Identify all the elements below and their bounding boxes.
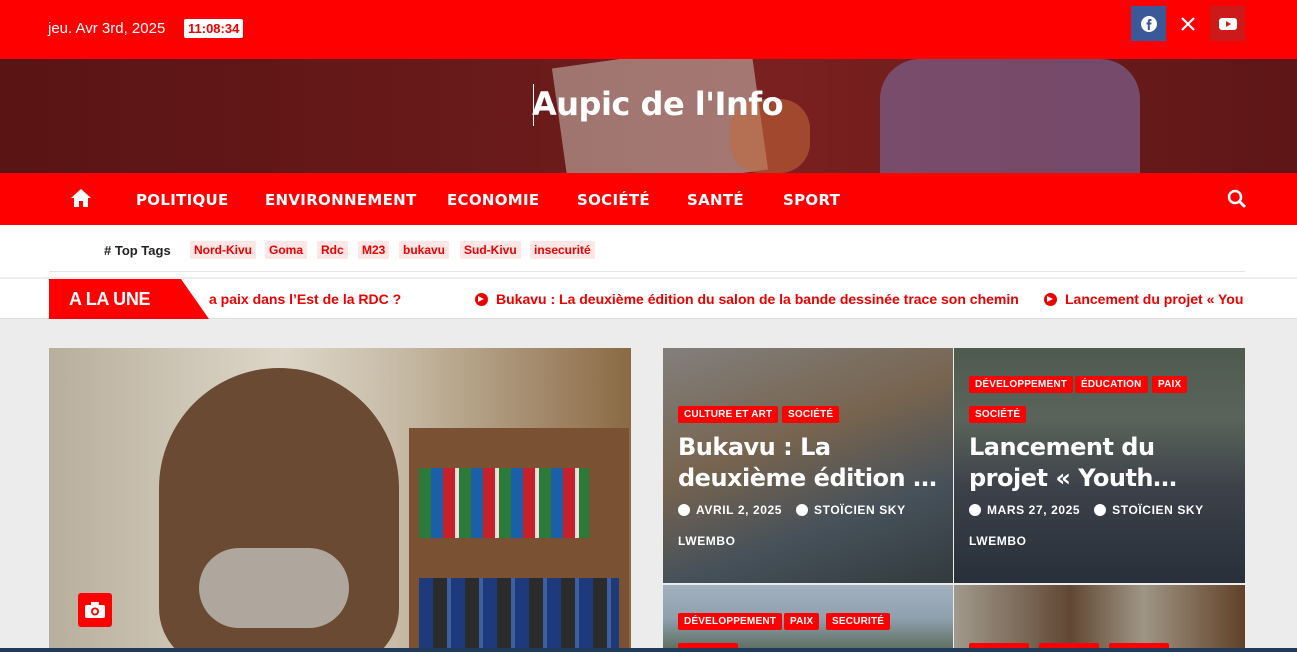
binders-image [419, 578, 619, 648]
category-badge[interactable]: PAIX [1152, 376, 1188, 393]
nav-search-button[interactable] [1227, 189, 1247, 209]
nav-item-societe[interactable]: SOCIÉTÉ [577, 191, 650, 209]
tag-link[interactable]: insecurité [530, 241, 595, 259]
ticker-text: a paix dans l’Est de la RDC ? [209, 291, 402, 307]
post-title-line: Lancement du [969, 433, 1155, 461]
youtube-link[interactable] [1210, 6, 1245, 41]
youtube-icon [1218, 17, 1237, 30]
nav-item-sante[interactable]: SANTÉ [687, 191, 744, 209]
ticker-track: a paix dans l’Est de la RDC ? Bukavu : L… [209, 279, 1245, 319]
post-title-line: deuxième édition … [678, 464, 937, 492]
nav-item-environnement[interactable]: ENVIRONNEMENT [265, 191, 417, 209]
ticker-item[interactable]: Lancement du projet « You [1044, 291, 1243, 307]
post-author-cont[interactable]: LWEMBO [969, 534, 1027, 548]
post-author-cont[interactable]: LWEMBO [678, 534, 736, 548]
category-badge[interactable]: DÉVELOPPEMENT [678, 613, 783, 630]
post-title-line: projet « Youth… [969, 464, 1177, 492]
facebook-icon [1140, 15, 1157, 32]
camera-icon [85, 602, 105, 618]
category-badge[interactable]: ÉDUCATION [1075, 376, 1148, 393]
site-title-link[interactable]: Aupic de l'Info [532, 85, 784, 123]
search-icon [1227, 189, 1246, 208]
tag-link[interactable]: Rdc [317, 241, 348, 259]
category-badge[interactable]: SOCIÉTÉ [969, 406, 1027, 423]
ticker-text: Lancement du projet « You [1065, 291, 1244, 307]
nav-item-politique[interactable]: POLITIQUE [136, 191, 229, 209]
main-nav: POLITIQUE ENVIRONNEMENT ECONOMIE SOCIÉTÉ… [0, 173, 1297, 225]
x-icon [1180, 16, 1195, 31]
post-card[interactable]: CULTURE ET ART SOCIÉTÉ Bukavu : La deuxi… [663, 348, 953, 583]
post-card[interactable]: DÉVELOPPEMENT PAIX SECURITÉ [663, 585, 953, 652]
a-la-une-label: A LA UNE [69, 289, 151, 309]
facebook-link[interactable] [1131, 6, 1166, 41]
category-badge[interactable]: SECURITÉ [826, 613, 891, 630]
post-card[interactable] [954, 585, 1245, 652]
bottom-border [0, 648, 1297, 652]
ticker-item[interactable]: a paix dans l’Est de la RDC ? [209, 291, 401, 307]
user-icon [796, 504, 809, 516]
top-tags-bar: # Top Tags Nord-Kivu Goma Rdc M23 bukavu… [0, 225, 1297, 277]
post-meta: MARS 27, 2025 STOÏCIEN SKY [969, 503, 1204, 517]
post-author[interactable]: STOÏCIEN SKY [1112, 503, 1204, 517]
binders-image [419, 468, 589, 538]
arrow-circle-icon [475, 293, 488, 306]
clock-icon [969, 504, 981, 516]
tag-link[interactable]: Sud-Kivu [460, 241, 521, 259]
top-bar: jeu. Avr 3rd, 2025 11:08:34 [0, 0, 1297, 59]
breaking-news-ticker: A LA UNE a paix dans l’Est de la RDC ? B… [0, 278, 1297, 319]
post-title[interactable]: Lancement du projet « Youth… [969, 432, 1177, 494]
header-banner: Aupic de l'Info [0, 59, 1297, 173]
home-icon [71, 189, 91, 207]
divider [49, 271, 1245, 272]
a-la-une-badge: A LA UNE [49, 279, 209, 319]
top-tags-label: # Top Tags [104, 243, 171, 258]
category-badge[interactable]: SOCIÉTÉ [782, 406, 840, 423]
ticker-text: Bukavu : La deuxième édition du salon de… [496, 291, 1019, 307]
nav-item-economie[interactable]: ECONOMIE [447, 191, 539, 209]
post-author[interactable]: STOÏCIEN SKY [814, 503, 906, 517]
arrow-circle-icon [1044, 293, 1057, 306]
tag-link[interactable]: M23 [358, 241, 390, 259]
post-title-line: Bukavu : La [678, 433, 831, 461]
category-badge[interactable]: CULTURE ET ART [678, 406, 779, 423]
image-overlay [954, 585, 1245, 652]
gallery-button[interactable] [78, 593, 112, 627]
user-icon [1094, 504, 1107, 516]
live-clock: 11:08:34 [184, 19, 244, 38]
post-title[interactable]: Bukavu : La deuxième édition … [678, 432, 937, 494]
current-date: jeu. Avr 3rd, 2025 [48, 20, 166, 37]
nav-home[interactable] [70, 187, 92, 209]
post-date: MARS 27, 2025 [987, 503, 1081, 517]
category-badge[interactable]: DÉVELOPPEMENT [969, 376, 1074, 393]
post-card[interactable]: DÉVELOPPEMENT ÉDUCATION PAIX SOCIÉTÉ Lan… [954, 348, 1245, 583]
person-image [880, 59, 1140, 173]
tag-link[interactable]: bukavu [399, 241, 450, 259]
category-badge[interactable]: PAIX [784, 613, 820, 630]
nav-item-sport[interactable]: SPORT [783, 191, 840, 209]
featured-post[interactable] [49, 348, 631, 652]
tag-link[interactable]: Goma [265, 241, 308, 259]
post-meta: AVRIL 2, 2025 STOÏCIEN SKY [678, 503, 906, 517]
post-date: AVRIL 2, 2025 [696, 503, 783, 517]
x-link[interactable] [1170, 6, 1205, 41]
ticker-item[interactable]: Bukavu : La deuxième édition du salon de… [475, 291, 1019, 307]
tag-link[interactable]: Nord-Kivu [190, 241, 256, 259]
clock-icon [678, 504, 690, 516]
beard-image [199, 548, 349, 628]
